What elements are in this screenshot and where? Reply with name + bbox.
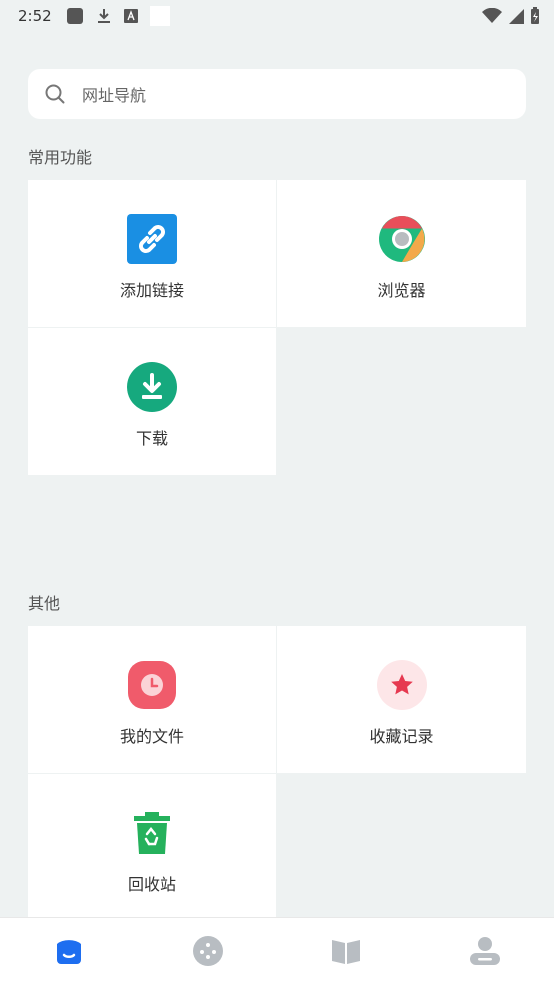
tab-profile[interactable] <box>455 926 515 976</box>
recycle-bin-button[interactable]: 回收站 <box>28 774 276 921</box>
favorites-label: 收藏记录 <box>369 727 434 746</box>
recycle-bin-icon <box>127 808 177 858</box>
tab-discover[interactable] <box>178 926 238 976</box>
my-files-button[interactable]: 我的文件 <box>28 626 276 773</box>
section-title-other: 其他 <box>28 594 61 613</box>
battery-icon <box>531 7 539 24</box>
browser-button[interactable]: 浏览器 <box>277 180 526 327</box>
my-files-label: 我的文件 <box>119 727 184 746</box>
bottom-navigation <box>0 917 554 984</box>
tab-home[interactable] <box>39 926 99 976</box>
chrome-browser-icon <box>377 214 427 264</box>
add-link-button[interactable]: 添加链接 <box>28 180 276 327</box>
download-button[interactable]: 下载 <box>28 328 276 475</box>
search-placeholder: 网址导航 <box>82 86 147 105</box>
link-icon <box>127 214 177 264</box>
download-status-icon <box>97 9 110 23</box>
blank-status-icon <box>149 6 170 26</box>
clock-file-icon <box>127 660 177 710</box>
section-title-common: 常用功能 <box>28 148 93 167</box>
search-bar[interactable]: 网址导航 <box>28 69 526 119</box>
download-icon <box>127 362 177 412</box>
favorites-button[interactable]: 收藏记录 <box>277 626 526 773</box>
wifi-icon <box>482 8 502 23</box>
book-icon <box>332 940 361 964</box>
tab-book[interactable] <box>316 926 376 976</box>
browser-label: 浏览器 <box>377 281 426 300</box>
common-functions-grid: 添加链接 浏览器 下载 <box>28 180 526 475</box>
discover-icon <box>192 936 223 966</box>
download-label: 下载 <box>135 429 168 448</box>
recycle-bin-label: 回收站 <box>127 875 176 894</box>
other-functions-grid: 我的文件 收藏记录 回收站 <box>28 626 526 921</box>
signal-icon <box>509 9 524 24</box>
home-icon <box>57 940 82 964</box>
profile-icon <box>469 937 500 965</box>
search-icon <box>45 84 65 104</box>
add-link-label: 添加链接 <box>119 281 184 300</box>
keyboard-status-icon <box>123 9 138 23</box>
star-icon <box>376 660 427 710</box>
status-time: 2:52 <box>18 7 52 25</box>
status-bar: 2:52 <box>0 0 554 32</box>
notification-square-icon <box>66 8 83 24</box>
